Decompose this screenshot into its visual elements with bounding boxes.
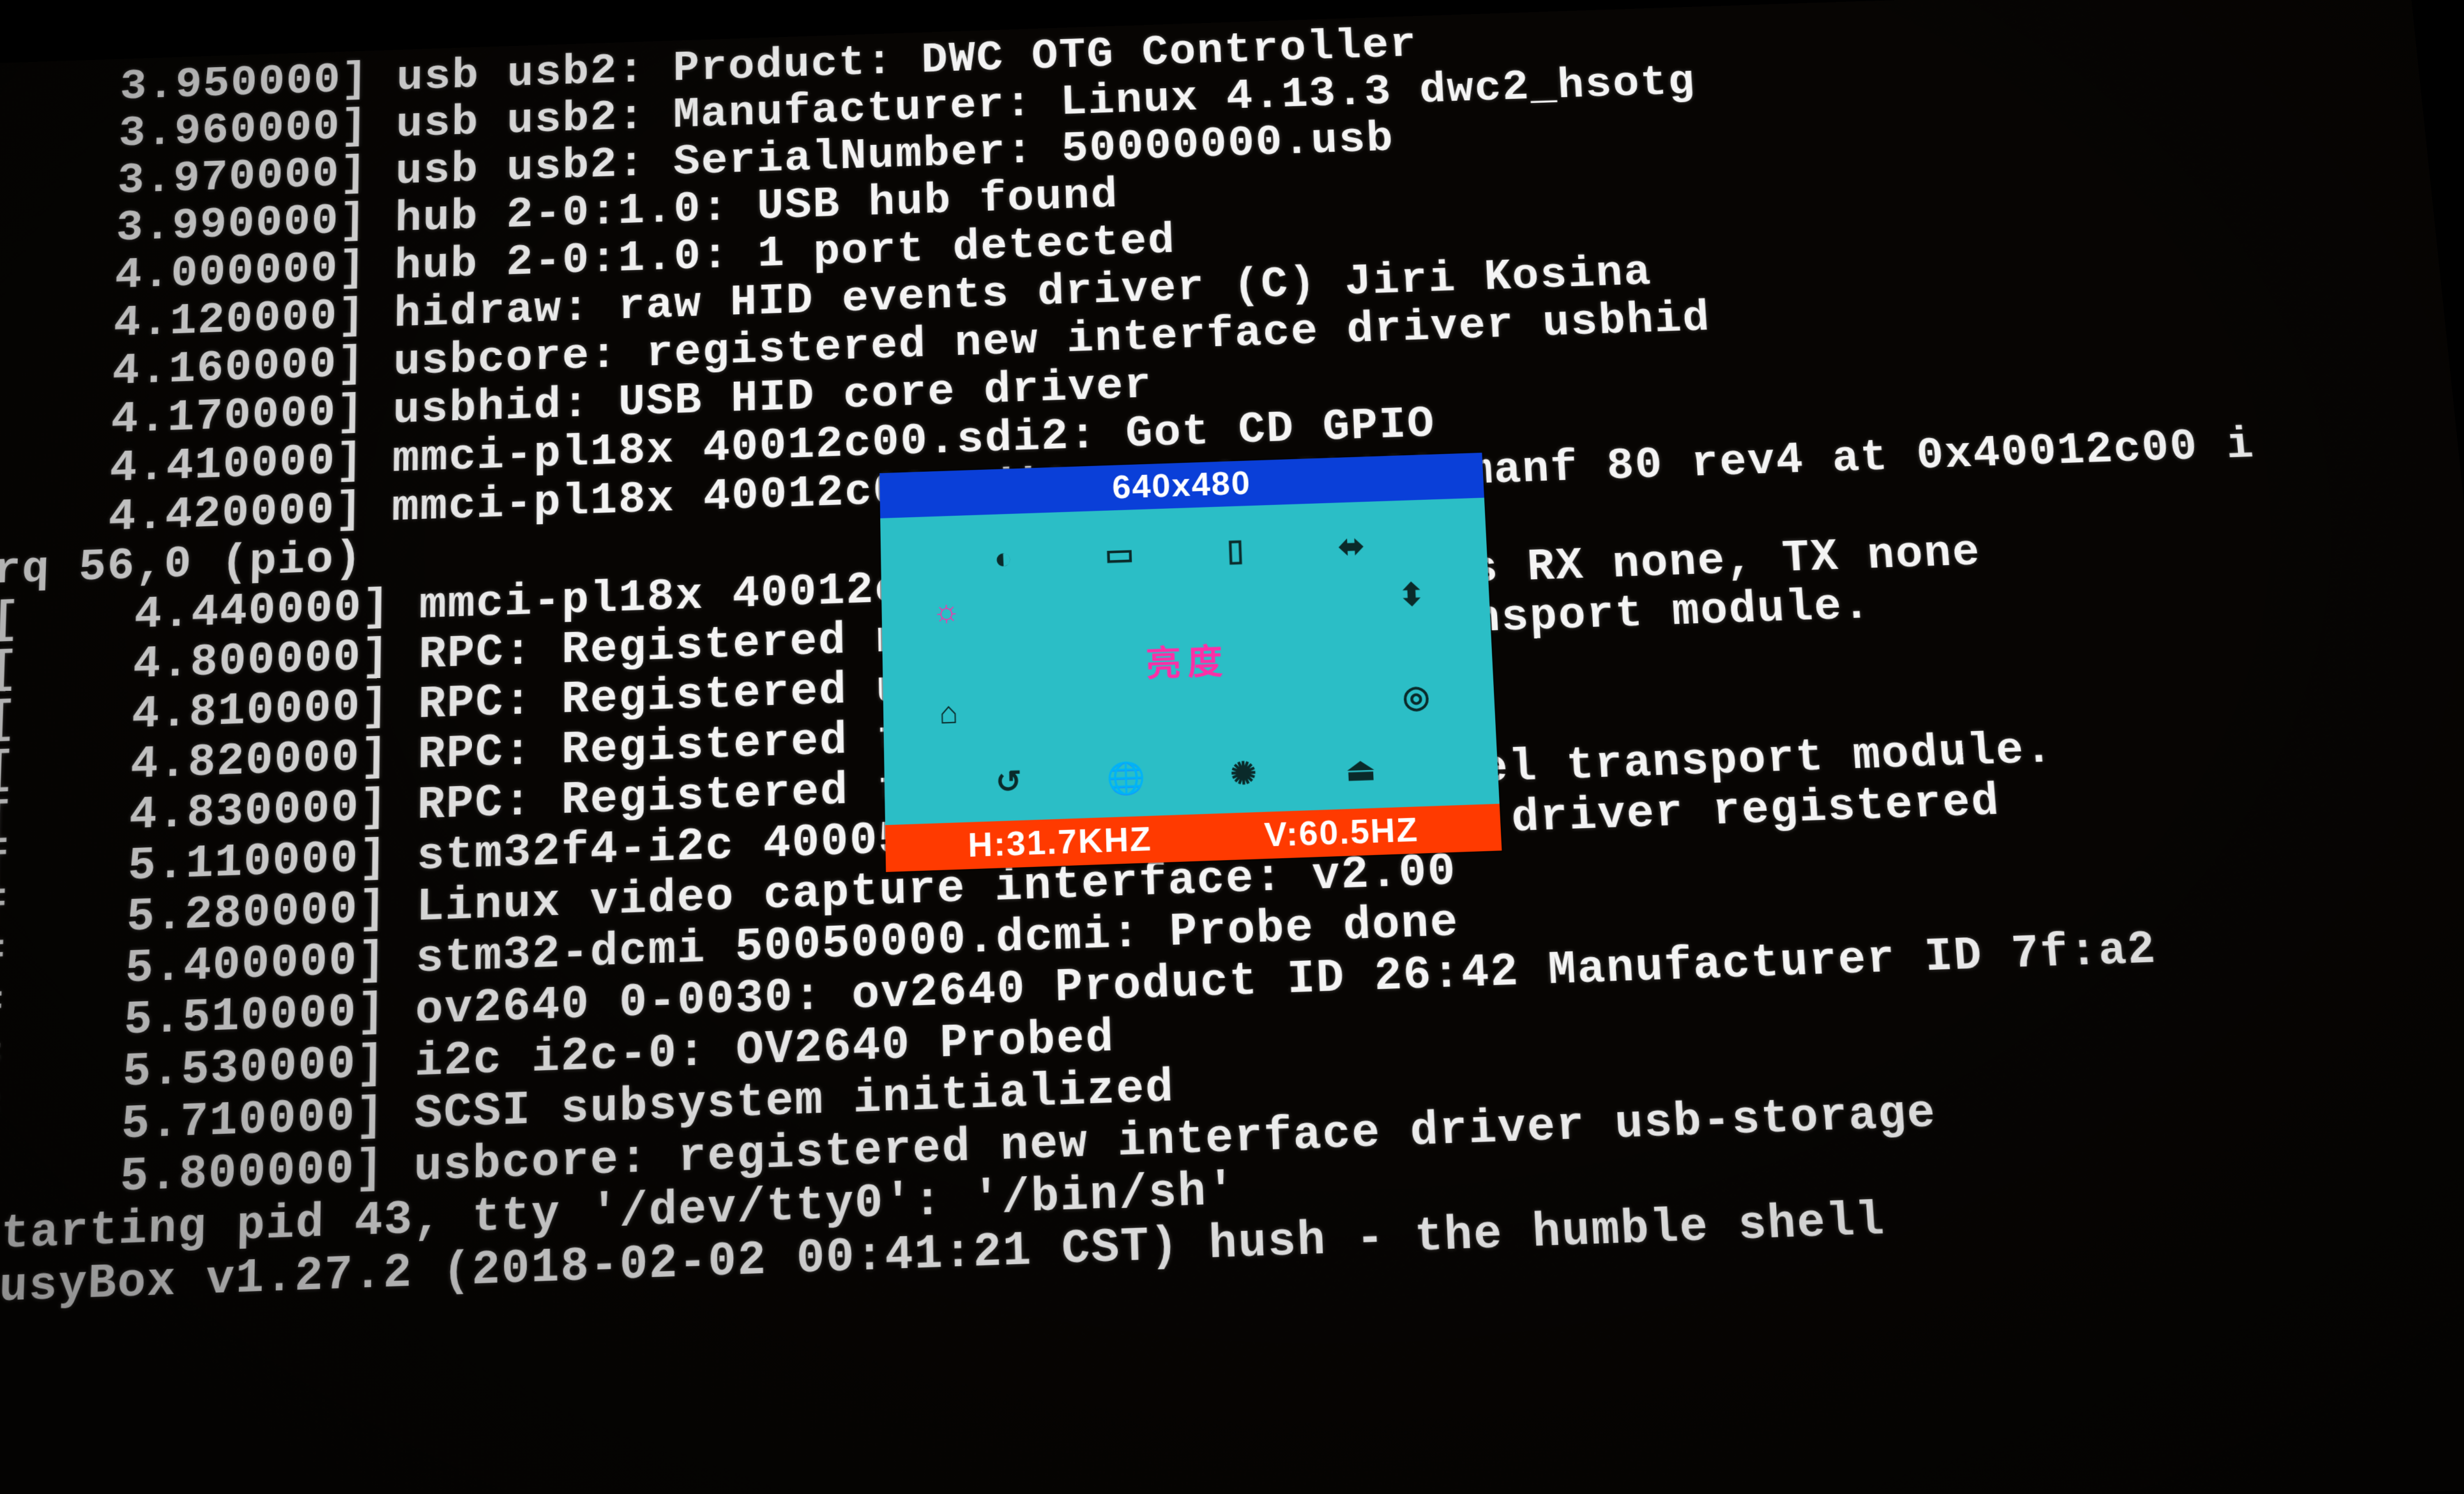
brightness-icon[interactable]: ☼ [920, 591, 973, 631]
osd-hsync-value: H:31.7KHZ [968, 816, 1153, 869]
exit-icon[interactable]: ⏏ [1334, 750, 1387, 790]
contrast-icon[interactable]: ◐ [977, 538, 1030, 578]
vsize-icon[interactable]: ▯ [1209, 531, 1262, 570]
hsize-icon[interactable]: ▭ [1093, 534, 1146, 574]
vpos-icon[interactable]: ⬍ [1385, 575, 1438, 615]
language-icon[interactable]: 🌐 [1099, 757, 1152, 798]
color-temp-icon[interactable]: ◎ [1389, 677, 1443, 717]
hpos-icon[interactable]: ⬌ [1325, 527, 1378, 566]
osd-vsync-value: V:60.5HZ [1263, 806, 1419, 859]
monitor-osd-overlay: 640x480 亮度 ◐▭▯⬌☼⬍⌂◎↺🌐✺⏏ H:31.7KHZ V:60.5… [879, 453, 1502, 872]
osd-menu-grid[interactable]: 亮度 ◐▭▯⬌☼⬍⌂◎↺🌐✺⏏ [880, 498, 1500, 826]
degauss-icon[interactable]: ✺ [1217, 753, 1270, 794]
pincushion-icon[interactable]: ⌂ [922, 693, 975, 733]
recall-icon[interactable]: ↺ [982, 762, 1035, 803]
